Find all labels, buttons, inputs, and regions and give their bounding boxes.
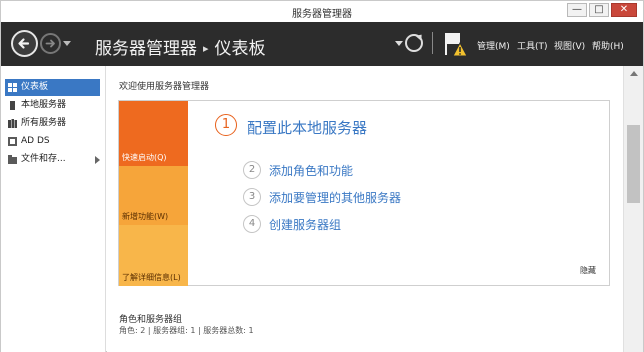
close-button[interactable]: ✕ (611, 3, 637, 17)
menu-help[interactable]: 帮助(H) (592, 39, 624, 52)
window-title: 服务器管理器 (292, 9, 352, 20)
flag-warning-icon (445, 33, 468, 57)
vertical-scrollbar[interactable] (623, 66, 643, 352)
add-other-servers-link[interactable]: 添加要管理的其他服务器 (269, 189, 401, 206)
arrow-left-icon (18, 38, 30, 49)
add-roles-features-link[interactable]: 添加角色和功能 (269, 162, 353, 179)
back-button[interactable] (11, 30, 38, 57)
server-manager-window: 服务器管理器 — □ ✕ 服务器管理器 ▸ 仪表板 管理(M) 工具(T) 视图… (0, 0, 644, 352)
notifications-flag[interactable] (441, 30, 469, 58)
tab-quick-start[interactable]: 快速启动(Q) (119, 101, 188, 166)
header-divider (432, 32, 433, 54)
create-server-group-link[interactable]: 创建服务器组 (269, 216, 341, 233)
breadcrumb: 服务器管理器 ▸ 仪表板 (95, 34, 266, 59)
step-number: 1 (215, 114, 237, 136)
sidebar-item-dashboard[interactable]: 仪表板 (5, 79, 100, 96)
refresh-icon[interactable] (405, 34, 423, 52)
minimize-button[interactable]: — (567, 3, 587, 17)
sidebar-item-all-servers[interactable]: 所有服务器 (5, 115, 100, 132)
chevron-down-icon[interactable] (395, 41, 403, 46)
step-number: 3 (243, 188, 261, 206)
configure-local-server-link[interactable]: 配置此本地服务器 (247, 117, 367, 138)
menu-view[interactable]: 视图(V) (554, 39, 585, 52)
servers-icon (8, 119, 17, 128)
breadcrumb-current: 仪表板 (214, 39, 266, 59)
tile-label: 了解详细信息(L) (122, 273, 181, 282)
step-number: 4 (243, 215, 261, 233)
nav-history-dropdown[interactable] (63, 41, 71, 46)
tile-label: 新增功能(W) (122, 212, 169, 221)
sidebar-item-ad-ds[interactable]: AD DS (5, 133, 100, 150)
sidebar-item-label: AD DS (21, 136, 50, 146)
sidebar-item-label: 仪表板 (21, 82, 49, 92)
scrollbar-thumb[interactable] (627, 125, 640, 203)
arrow-right-icon (45, 39, 55, 48)
sidebar-item-label: 文件和存... (21, 154, 66, 164)
sidebar-item-label: 本地服务器 (21, 100, 67, 110)
maximize-button[interactable]: □ (589, 3, 609, 17)
welcome-title: 欢迎使用服务器管理器 (119, 82, 210, 92)
scroll-up-icon[interactable] (630, 71, 638, 76)
tab-learn-more[interactable]: 了解详细信息(L) (119, 225, 188, 286)
step-number: 2 (243, 161, 261, 179)
title-bar[interactable]: 服务器管理器 — □ ✕ (1, 1, 643, 22)
breadcrumb-root[interactable]: 服务器管理器 (95, 39, 197, 59)
tile-label: 快速启动(Q) (122, 153, 167, 162)
welcome-tile: 快速启动(Q) 新增功能(W) 了解详细信息(L) 1 配置此本地服务器 2 添… (118, 100, 610, 286)
breadcrumb-separator: ▸ (203, 42, 209, 55)
ad-ds-icon (8, 137, 17, 146)
server-icon (10, 101, 15, 110)
hide-button[interactable]: 隐藏 (580, 265, 596, 276)
dashboard-main: 欢迎使用服务器管理器 快速启动(Q) 新增功能(W) 了解详细信息(L) 1 配… (107, 66, 623, 352)
tab-whats-new[interactable]: 新增功能(W) (119, 166, 188, 225)
sidebar-item-local-server[interactable]: 本地服务器 (5, 97, 100, 114)
sidebar-item-file-storage[interactable]: 文件和存... (5, 151, 100, 168)
dashboard-icon (8, 83, 17, 92)
sidebar-item-label: 所有服务器 (21, 118, 67, 128)
sidebar: 仪表板 本地服务器 所有服务器 AD DS 文件和存... (1, 66, 106, 352)
roles-section-title: 角色和服务器组 (119, 315, 183, 325)
file-storage-icon (8, 155, 17, 164)
menu-manage[interactable]: 管理(M) (477, 39, 510, 52)
roles-summary: 角色: 2 | 服务器组: 1 | 服务器总数: 1 (119, 326, 254, 335)
forward-button[interactable] (40, 33, 61, 54)
expand-arrow-icon[interactable] (95, 156, 100, 164)
menu-tools[interactable]: 工具(T) (517, 39, 548, 52)
header-bar: 服务器管理器 ▸ 仪表板 管理(M) 工具(T) 视图(V) 帮助(H) (1, 22, 643, 66)
